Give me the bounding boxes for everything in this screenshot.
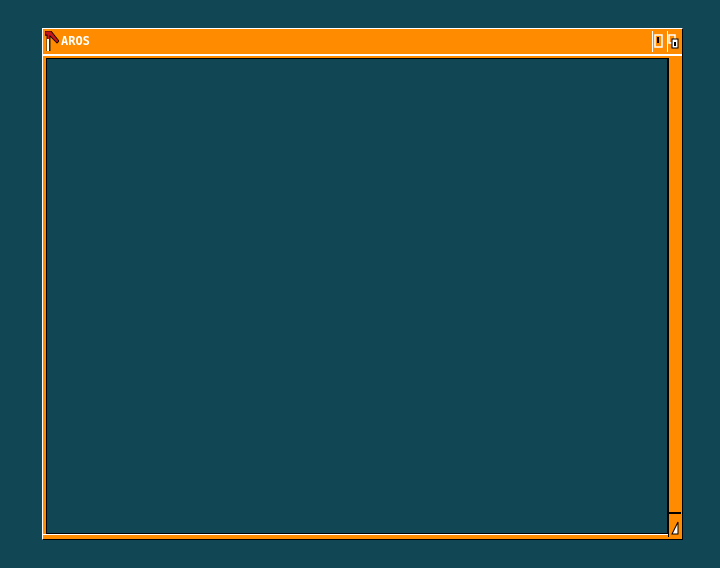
bottom-border [43, 534, 668, 539]
close-icon [44, 30, 60, 52]
close-button[interactable] [44, 30, 60, 52]
window: AROS [42, 28, 683, 540]
right-border [668, 58, 681, 512]
window-title: AROS [61, 34, 90, 48]
window-content[interactable] [46, 58, 668, 534]
depth-button[interactable] [667, 31, 680, 52]
desktop: AROS [0, 0, 720, 568]
zoom-button[interactable] [652, 31, 665, 52]
title-bar[interactable]: AROS [43, 29, 682, 56]
zoom-icon [654, 34, 663, 48]
resize-icon [671, 521, 679, 535]
depth-icon [668, 34, 679, 49]
resize-button[interactable] [668, 512, 681, 537]
